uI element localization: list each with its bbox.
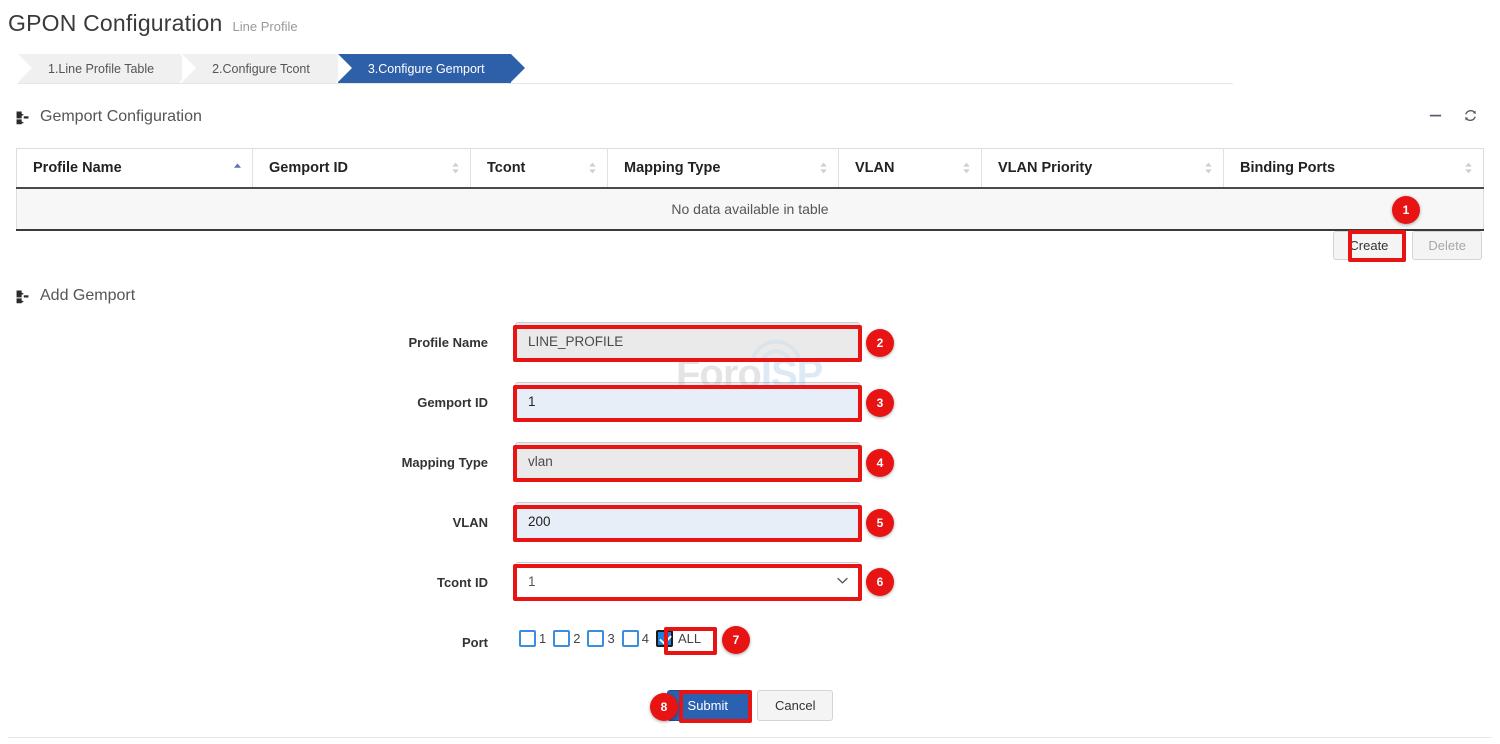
port-checkbox-label: 3 [607,631,614,646]
wizard-step-configure-gemport[interactable]: 3.Configure Gemport [338,54,511,83]
wizard-step-label: 3.Configure Gemport [368,62,485,76]
watermark-text-a: Foro [676,352,761,396]
port-all-checkbox[interactable]: ALL [656,630,701,647]
port-checkbox-label: ALL [678,631,701,646]
page-subtitle: Line Profile [233,19,298,34]
table-header-row: Profile Name Gemport ID Tcont [17,149,1484,189]
refresh-icon[interactable] [1463,108,1478,123]
checkbox-box [656,630,673,647]
cancel-button[interactable]: Cancel [757,690,833,721]
wizard-step-line-profile-table[interactable]: 1.Line Profile Table [18,54,180,83]
wizard-steps: 1.Line Profile Table 2.Configure Tcont 3… [18,54,513,83]
profile-name-label: Profile Name [0,322,488,364]
submit-button[interactable]: Submit [667,690,749,721]
port-checkbox-label: 2 [573,631,580,646]
vlan-field[interactable] [515,502,860,540]
column-header-tcont[interactable]: Tcont [471,149,608,189]
column-header-profile-name[interactable]: Profile Name [17,149,253,189]
minimize-icon[interactable] [1428,108,1443,123]
page-title: GPON Configuration [8,10,223,37]
column-label: Mapping Type [624,160,720,176]
annotation-badge-5: 5 [866,509,894,537]
port-label: Port [0,622,488,664]
gemport-id-label: Gemport ID [0,382,488,424]
wizard-step-configure-tcont[interactable]: 2.Configure Tcont [182,54,336,83]
form-row-vlan: VLAN [0,502,1500,562]
port-checkbox-label: 1 [539,631,546,646]
column-label: VLAN [855,160,894,176]
sort-none-icon [588,161,597,175]
wizard-step-label: 2.Configure Tcont [212,62,310,76]
port-2-checkbox[interactable]: 2 [553,630,587,647]
add-gemport-header: Add Gemport [14,287,135,305]
column-label: Tcont [487,160,525,176]
form-row-mapping-type: Mapping Type [0,442,1500,502]
create-button[interactable]: Create [1333,231,1404,260]
sort-none-icon [962,161,971,175]
vlan-label: VLAN [0,502,488,544]
sort-none-icon [1464,161,1473,175]
checkbox-box [553,630,570,647]
port-checkbox-group: 1 2 3 4 ALL [519,630,701,647]
sort-none-icon [451,161,460,175]
annotation-badge-8: 8 [650,693,678,721]
checkbox-box [587,630,604,647]
port-3-checkbox[interactable]: 3 [587,630,621,647]
panel-title: Gemport Configuration [40,108,202,126]
checkbox-box [622,630,639,647]
tcont-id-label: Tcont ID [0,562,488,604]
port-1-checkbox[interactable]: 1 [519,630,553,647]
mapping-type-field[interactable] [515,442,860,480]
wizard-divider [18,83,1233,84]
gemport-table: Profile Name Gemport ID Tcont [16,148,1484,231]
table-empty-message: No data available in table [17,188,1484,230]
panel-tools [1428,108,1478,123]
footer-divider [8,737,1492,738]
form-buttons: Submit Cancel [0,690,1500,721]
column-label: Profile Name [33,160,122,176]
column-header-vlan-priority[interactable]: VLAN Priority [982,149,1224,189]
column-header-vlan[interactable]: VLAN [839,149,982,189]
page-header: GPON Configuration Line Profile [8,10,298,37]
section-title: Add Gemport [40,287,135,305]
form-row-port: Port 1 2 3 4 [0,622,1500,682]
annotation-badge-4: 4 [866,449,894,477]
port-4-checkbox[interactable]: 4 [622,630,656,647]
column-label: Binding Ports [1240,160,1335,176]
watermark: ForoISP [676,352,822,397]
annotation-badge-1: 1 [1392,196,1420,224]
column-header-gemport-id[interactable]: Gemport ID [253,149,471,189]
sort-none-icon [819,161,828,175]
tcont-id-select[interactable]: 1 [515,562,860,600]
mapping-type-label: Mapping Type [0,442,488,484]
puzzle-icon [14,109,31,126]
table-action-buttons: Create Delete [1333,231,1482,260]
port-checkbox-label: 4 [642,631,649,646]
annotation-badge-2: 2 [866,329,894,357]
checkbox-box [519,630,536,647]
column-label: Gemport ID [269,160,348,176]
column-header-mapping-type[interactable]: Mapping Type [608,149,839,189]
annotation-badge-3: 3 [866,389,894,417]
annotation-badge-7: 7 [722,626,750,654]
gemport-configuration-header: Gemport Configuration [14,108,202,126]
wizard-step-label: 1.Line Profile Table [48,62,154,76]
annotation-badge-6: 6 [866,568,894,596]
sort-none-icon [1204,161,1213,175]
sort-asc-icon [233,161,242,175]
gpon-configuration-page: GPON Configuration Line Profile 1.Line P… [0,0,1500,744]
table-empty-row: No data available in table [17,188,1484,230]
puzzle-icon [14,288,31,305]
column-header-binding-ports[interactable]: Binding Ports [1224,149,1484,189]
column-label: VLAN Priority [998,160,1092,176]
watermark-text-b: ISP [761,352,822,396]
form-row-tcont-id: Tcont ID 1 [0,562,1500,622]
delete-button[interactable]: Delete [1412,231,1482,260]
